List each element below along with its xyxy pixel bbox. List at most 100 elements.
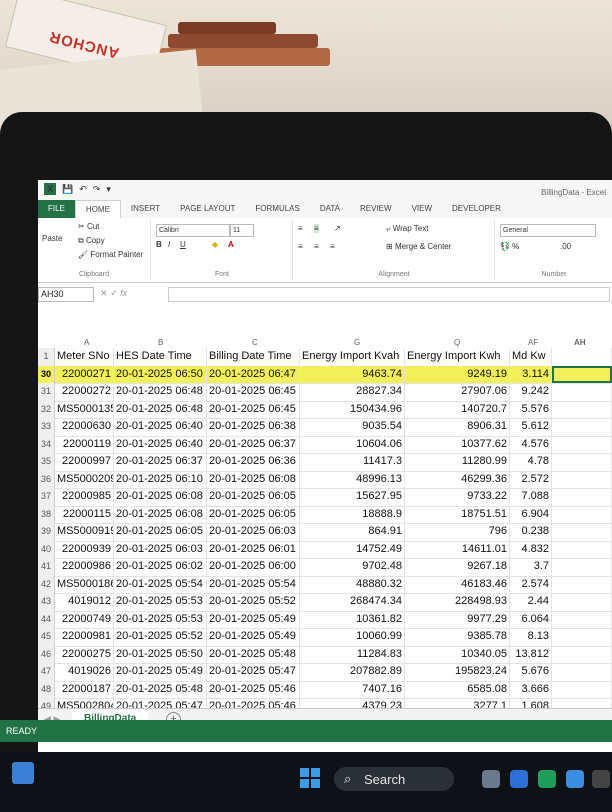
wrap-text-button[interactable]: ⤶ Wrap Text (386, 224, 428, 234)
cell[interactable]: 20-01-2025 05:48 (114, 680, 207, 698)
cell[interactable]: 20-01-2025 05:48 (207, 645, 300, 663)
cell[interactable]: 14611.01 (405, 540, 510, 558)
cell[interactable]: 20-01-2025 06:48 (114, 383, 207, 401)
column-header-c[interactable]: C (252, 338, 258, 347)
cell[interactable]: 22000187 (55, 680, 114, 698)
row-number[interactable]: 46 (38, 645, 55, 663)
cell[interactable]: 20-01-2025 05:54 (114, 575, 207, 593)
cell[interactable] (552, 400, 612, 418)
cell[interactable]: 22000939 (55, 540, 114, 558)
cell[interactable]: 6.904 (510, 505, 552, 523)
undo-icon[interactable]: ↶ (79, 184, 87, 195)
cell[interactable]: 20-01-2025 06:40 (114, 435, 207, 453)
cell[interactable]: 9463.74 (300, 365, 405, 383)
cell[interactable]: 20-01-2025 05:52 (207, 593, 300, 611)
align-center-icon[interactable]: ≡ (314, 242, 319, 251)
cell[interactable]: 20-01-2025 05:49 (207, 610, 300, 628)
cut-button[interactable]: ✂ Cut (78, 222, 99, 231)
cell[interactable]: 20-01-2025 05:50 (114, 645, 207, 663)
cell[interactable]: 9249.19 (405, 365, 510, 383)
row-number[interactable]: 44 (38, 610, 55, 628)
merge-center-button[interactable]: ⊞ Merge & Center (386, 242, 451, 251)
cell[interactable] (552, 575, 612, 593)
cell[interactable]: 22000271 (55, 365, 114, 383)
orientation-icon[interactable]: ↗ (334, 224, 341, 233)
cell[interactable]: Energy Import Kvah (300, 348, 405, 366)
cell[interactable]: MS5000186 (55, 575, 114, 593)
cell[interactable]: 864.91 (300, 523, 405, 541)
cell[interactable]: 20-01-2025 06:38 (207, 418, 300, 436)
align-top-icon[interactable]: ≡ (298, 224, 303, 233)
cell[interactable]: 4.576 (510, 435, 552, 453)
cell[interactable]: 4.78 (510, 453, 552, 471)
row-number[interactable]: 43 (38, 593, 55, 611)
align-left-icon[interactable]: ≡ (298, 242, 303, 251)
cell[interactable]: 150434.96 (300, 400, 405, 418)
app-icon[interactable] (510, 770, 528, 788)
row-number[interactable]: 35 (38, 453, 55, 471)
cell[interactable]: 228498.93 (405, 593, 510, 611)
fx-icon[interactable]: fx (120, 288, 127, 298)
cell[interactable]: 2.572 (510, 470, 552, 488)
cell[interactable]: 9267.18 (405, 558, 510, 576)
tab-data[interactable]: DATA (310, 200, 350, 218)
row-number[interactable]: 42 (38, 575, 55, 593)
cell[interactable]: MS5000135 (55, 400, 114, 418)
cell[interactable]: 22000275 (55, 645, 114, 663)
cell[interactable]: Md Kw (510, 348, 552, 366)
cell[interactable]: 22000997 (55, 453, 114, 471)
redo-icon[interactable]: ↷ (93, 184, 101, 195)
excel-taskbar-icon[interactable] (538, 770, 556, 788)
row-number[interactable]: 45 (38, 628, 55, 646)
cell[interactable]: 5.612 (510, 418, 552, 436)
cell[interactable] (552, 610, 612, 628)
cell[interactable]: 20-01-2025 06:45 (207, 383, 300, 401)
number-format-combo[interactable]: General (500, 224, 596, 237)
row-number[interactable]: 33 (38, 418, 55, 436)
cell[interactable]: 2.574 (510, 575, 552, 593)
cell[interactable]: 6585.08 (405, 680, 510, 698)
cell[interactable]: 20-01-2025 06:05 (207, 505, 300, 523)
cell[interactable]: 20-01-2025 05:52 (114, 628, 207, 646)
customize-icon[interactable]: ▾ (106, 184, 111, 195)
cell[interactable] (552, 540, 612, 558)
tab-page-layout[interactable]: PAGE LAYOUT (170, 200, 245, 218)
row-number[interactable]: 37 (38, 488, 55, 506)
tab-developer[interactable]: DEVELOPER (442, 200, 511, 218)
cell[interactable] (552, 663, 612, 681)
cell[interactable]: 14752.49 (300, 540, 405, 558)
cell[interactable]: 4.832 (510, 540, 552, 558)
cell[interactable]: Energy Import Kwh (405, 348, 510, 366)
cell[interactable]: 13.812 (510, 645, 552, 663)
cell[interactable] (552, 558, 612, 576)
cell[interactable]: 22000119 (55, 435, 114, 453)
row-number[interactable]: 41 (38, 558, 55, 576)
cell[interactable]: MS5000209 (55, 470, 114, 488)
italic-button[interactable]: I (168, 240, 170, 249)
app-icon[interactable] (566, 770, 584, 788)
row-number[interactable]: 1 (38, 348, 55, 366)
cell[interactable]: 20-01-2025 06:03 (207, 523, 300, 541)
cell[interactable]: 7407.16 (300, 680, 405, 698)
cell[interactable] (552, 488, 612, 506)
font-name-combo[interactable]: Calibri (156, 224, 230, 237)
cell[interactable]: 20-01-2025 06:50 (114, 365, 207, 383)
column-header-b[interactable]: B (158, 338, 163, 347)
cell[interactable]: Meter SNo (55, 348, 114, 366)
column-header-g[interactable]: G (354, 338, 360, 347)
app-icon[interactable] (482, 770, 500, 788)
app-icon[interactable] (592, 770, 610, 788)
cell[interactable]: 0.238 (510, 523, 552, 541)
row-number[interactable]: 31 (38, 383, 55, 401)
cell[interactable]: 46299.36 (405, 470, 510, 488)
cell[interactable] (552, 523, 612, 541)
cell[interactable]: 796 (405, 523, 510, 541)
cell[interactable]: 3.114 (510, 365, 552, 383)
cell[interactable]: 9977.29 (405, 610, 510, 628)
column-header-af[interactable]: AF (528, 338, 538, 347)
cell[interactable]: 22000985 (55, 488, 114, 506)
bold-button[interactable]: B (156, 240, 162, 249)
cell[interactable]: 2.44 (510, 593, 552, 611)
cell[interactable] (552, 628, 612, 646)
cell[interactable]: 20-01-2025 05:49 (207, 628, 300, 646)
